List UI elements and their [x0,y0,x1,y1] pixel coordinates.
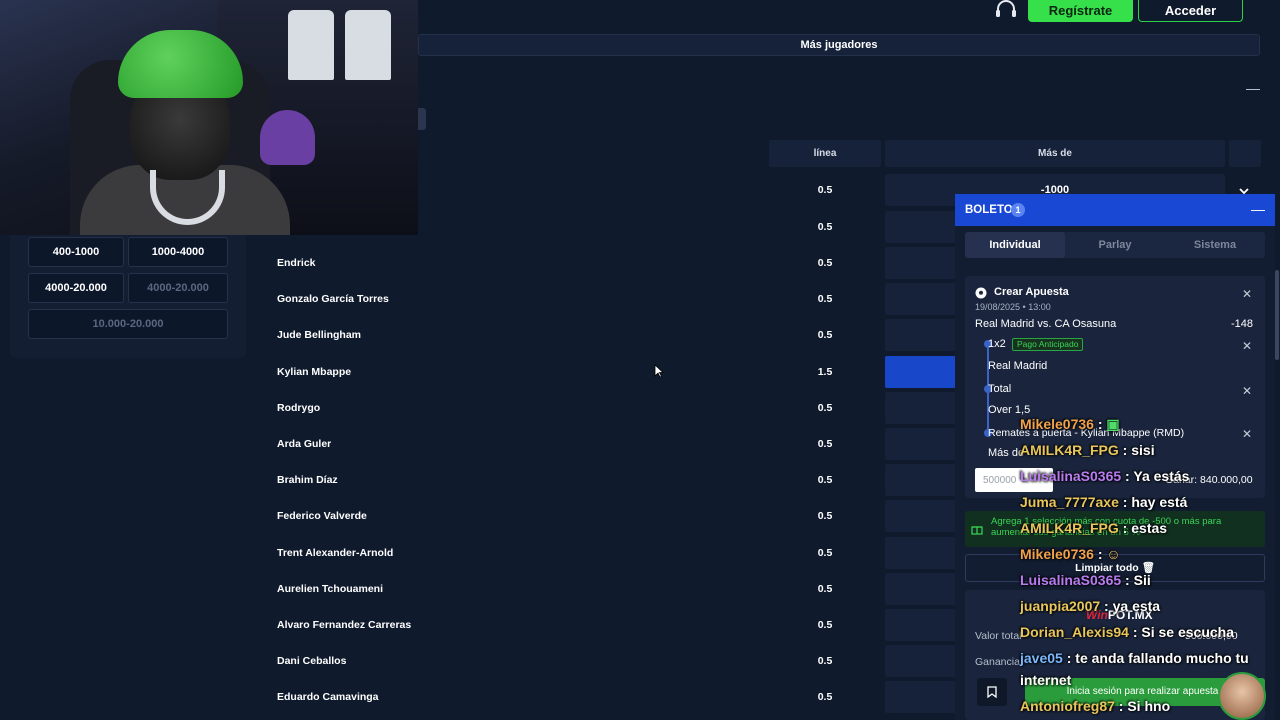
chat-message: AMILK4R_FPG : sisi [1020,442,1155,458]
column-header-line: línea [769,140,881,167]
filter-400-1000[interactable]: 400-1000 [28,237,124,267]
player-name: Aurelien Tchouameni [277,583,383,595]
player-name: Alvaro Fernandez Carreras [277,619,412,631]
player-name: Eduardo Camavinga [277,691,379,703]
row-line: 0.5 [817,655,833,667]
total-label: Valor total [975,630,1022,642]
chat-message: Mikele0736 : ☺ [1020,546,1121,562]
emote-icon: ☺ [1106,546,1121,562]
bet-card: Crear Apuesta ✕ 19/08/2025 • 13:00 Real … [965,276,1265,498]
tab-individual[interactable]: Individual [965,232,1065,258]
webcam-jersey [345,10,391,80]
row-line: 0.5 [817,329,833,341]
player-name: Gonzalo García Torres [277,293,389,305]
webcam-plush [260,110,315,165]
betslip-count-badge: 1 [1011,203,1025,217]
soccer-ball-icon [975,287,987,299]
row-line: 0.5 [817,583,833,595]
minimize-icon[interactable]: — [1251,194,1265,224]
filter-4000-20000[interactable]: 4000-20.000 [28,273,124,303]
player-name: Arda Guler [277,438,332,450]
player-name: Endrick [277,257,316,269]
chat-message: juanpia2007 : ya esta [1020,598,1161,614]
gain-label: Ganancia [975,656,1020,668]
streamer-webcam [0,0,418,235]
side-panel-handle[interactable] [418,108,426,130]
chat-message: LuisalinaS0365 : Sii [1020,572,1151,588]
betslip-tabs: Individual Parlay Sistema [965,232,1265,258]
chat-message: Juma_7777axe : hay está [1020,494,1188,510]
row-line: 0.5 [817,221,833,233]
row-line: 0.5 [817,619,833,631]
player-name: Brahim Díaz [277,474,338,486]
emote-icon: ▣ [1106,416,1120,432]
selection-market: 1x2 [988,338,1006,350]
row-line: 0.5 [817,691,833,703]
column-header-over: Más de [885,140,1225,167]
chat-message: AMILK4R_FPG : estas [1020,520,1168,536]
close-icon[interactable]: ✕ [1241,428,1253,440]
close-icon[interactable]: ✕ [1241,385,1253,397]
selection-pick: Over 1,5 [988,404,1031,416]
player-name: Kylian Mbappe [277,366,352,378]
more-players-button[interactable]: Más jugadores [418,34,1260,56]
player-name: Jude Bellingham [277,329,362,341]
filter-1000-4000[interactable]: 1000-4000 [128,237,228,267]
player-name: Rodrygo [277,402,321,414]
selection-market: Total [988,383,1012,395]
chat-message: jave05 : te anda fallando mucho tu [1020,650,1249,666]
player-name: Trent Alexander-Arnold [277,547,394,559]
headset-icon[interactable] [994,0,1018,20]
row-line: 0.5 [817,474,833,486]
mouse-cursor-icon [654,364,664,378]
login-button[interactable]: Acceder [1138,0,1243,22]
row-line: 1.5 [817,366,833,378]
bookmark-button[interactable] [977,678,1007,706]
player-name: Dani Ceballos [277,655,347,667]
row-line: 0.5 [817,184,833,196]
filter-4000-20000-disabled: 4000-20.000 [128,273,228,303]
row-line: 0.5 [817,402,833,414]
row-line: 0.5 [817,510,833,522]
early-payout-badge: Pago Anticipado [1012,338,1084,351]
selection-pick: Más de [988,447,1025,459]
chat-message: LuisalinaS0365 : Ya estás [1020,468,1190,484]
row-line: 0.5 [817,293,833,305]
row-line: 0.5 [817,438,833,450]
tab-parlay[interactable]: Parlay [1065,232,1165,258]
odds-range-filters: 400-1000 1000-4000 4000-20.000 4000-20.0… [10,232,246,358]
chat-message: Dorian_Alexis94 : Si se escucha [1020,624,1235,640]
bookmark-icon [987,686,997,698]
close-icon[interactable]: ✕ [1241,340,1253,352]
betslip-header[interactable]: BOLETO 1 — [955,194,1275,226]
chat-message: Mikele0736 : ▣ [1020,416,1120,432]
webcam-jersey [288,10,334,80]
match-date: 19/08/2025 • 13:00 [975,302,1051,312]
filter-10000-20000: 10.000-20.000 [28,309,228,339]
gift-icon [971,526,983,535]
match-odds: -148 [1231,318,1254,330]
chat-message: internet [1020,672,1072,688]
chat-message: Antoniofreg87 : Si hno [1020,698,1171,714]
betslip-title: BOLETO [965,204,1013,216]
player-name: Federico Valverde [277,510,367,522]
match-name: Real Madrid vs. CA Osasuna [975,318,1117,330]
row-line: 0.5 [817,257,833,269]
close-icon[interactable]: ✕ [1241,288,1253,300]
register-button[interactable]: Regístrate [1028,0,1133,22]
bet-title: Crear Apuesta [994,286,1069,298]
selection-pick: Real Madrid [988,360,1048,372]
chat-avatar [1218,672,1266,720]
betslip-scrollbar[interactable] [1275,270,1279,360]
collapse-icon[interactable]: — [1246,81,1260,95]
tab-sistema[interactable]: Sistema [1165,232,1265,258]
row-line: 0.5 [817,547,833,559]
column-header-extra [1229,140,1261,167]
